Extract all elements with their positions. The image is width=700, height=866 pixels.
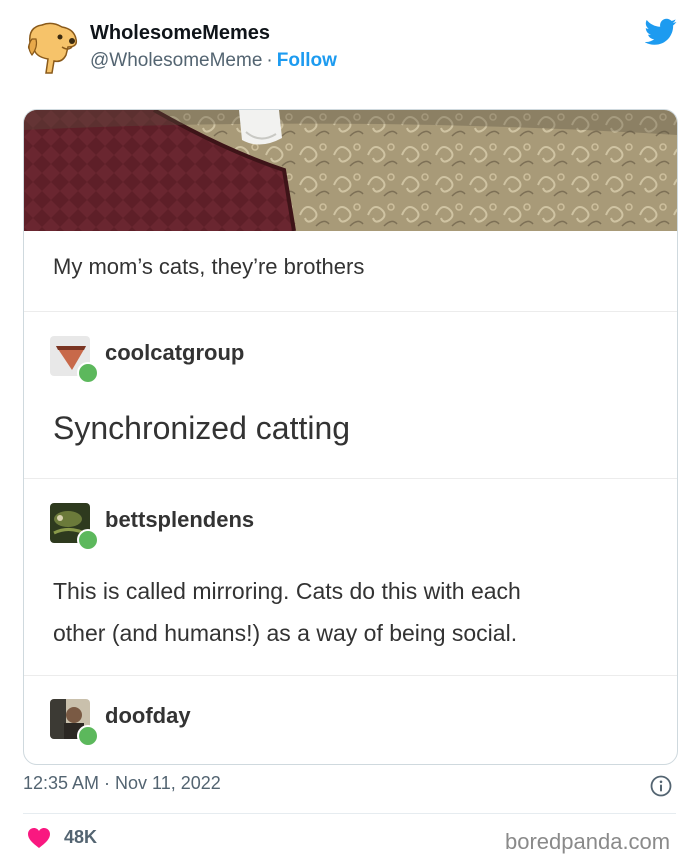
post-caption: My mom’s cats, they’re brothers (53, 254, 365, 279)
avatar[interactable] (22, 17, 82, 77)
info-icon[interactable] (650, 775, 672, 797)
twitter-bird-icon[interactable] (644, 18, 677, 46)
reblog-text: Synchronized catting (53, 410, 351, 446)
reblog-section: doofday (24, 676, 677, 764)
blog-name[interactable]: coolcatgroup (105, 340, 244, 366)
tweet-header: WholesomeMemes @WholesomeMeme · Follow (0, 0, 700, 100)
like-count[interactable]: 48K (64, 827, 97, 848)
embedded-image-card[interactable]: My mom’s cats, they’re brothers coolcatg… (23, 109, 678, 765)
reblog-text-line: This is called mirroring. Cats do this w… (53, 578, 521, 604)
watermark: boredpanda.com (505, 829, 671, 854)
blog-name[interactable]: doofday (105, 703, 191, 729)
reblog-section: bettsplendens This is called mirroring. … (24, 479, 677, 676)
reblog-section: coolcatgroup Synchronized catting (24, 312, 677, 479)
cat-carpet-photo (24, 110, 677, 231)
reblog-icon (77, 529, 99, 551)
display-name[interactable]: WholesomeMemes (90, 22, 270, 45)
blog-name[interactable]: bettsplendens (105, 507, 254, 533)
reblog-icon (77, 725, 99, 747)
handle-row: @WholesomeMeme · Follow (90, 50, 337, 72)
heart-icon[interactable] (27, 827, 51, 849)
tweet-timestamp[interactable]: 12:35 AM · Nov 11, 2022 (23, 773, 221, 794)
reblog-icon (77, 362, 99, 384)
handle[interactable]: @WholesomeMeme (90, 50, 262, 71)
follow-button[interactable]: Follow (277, 50, 337, 71)
reblog-text-line: other (and humans!) as a way of being so… (53, 620, 518, 646)
divider (23, 813, 676, 814)
post-caption-section: My mom’s cats, they’re brothers (24, 231, 677, 312)
separator: · (266, 50, 273, 71)
